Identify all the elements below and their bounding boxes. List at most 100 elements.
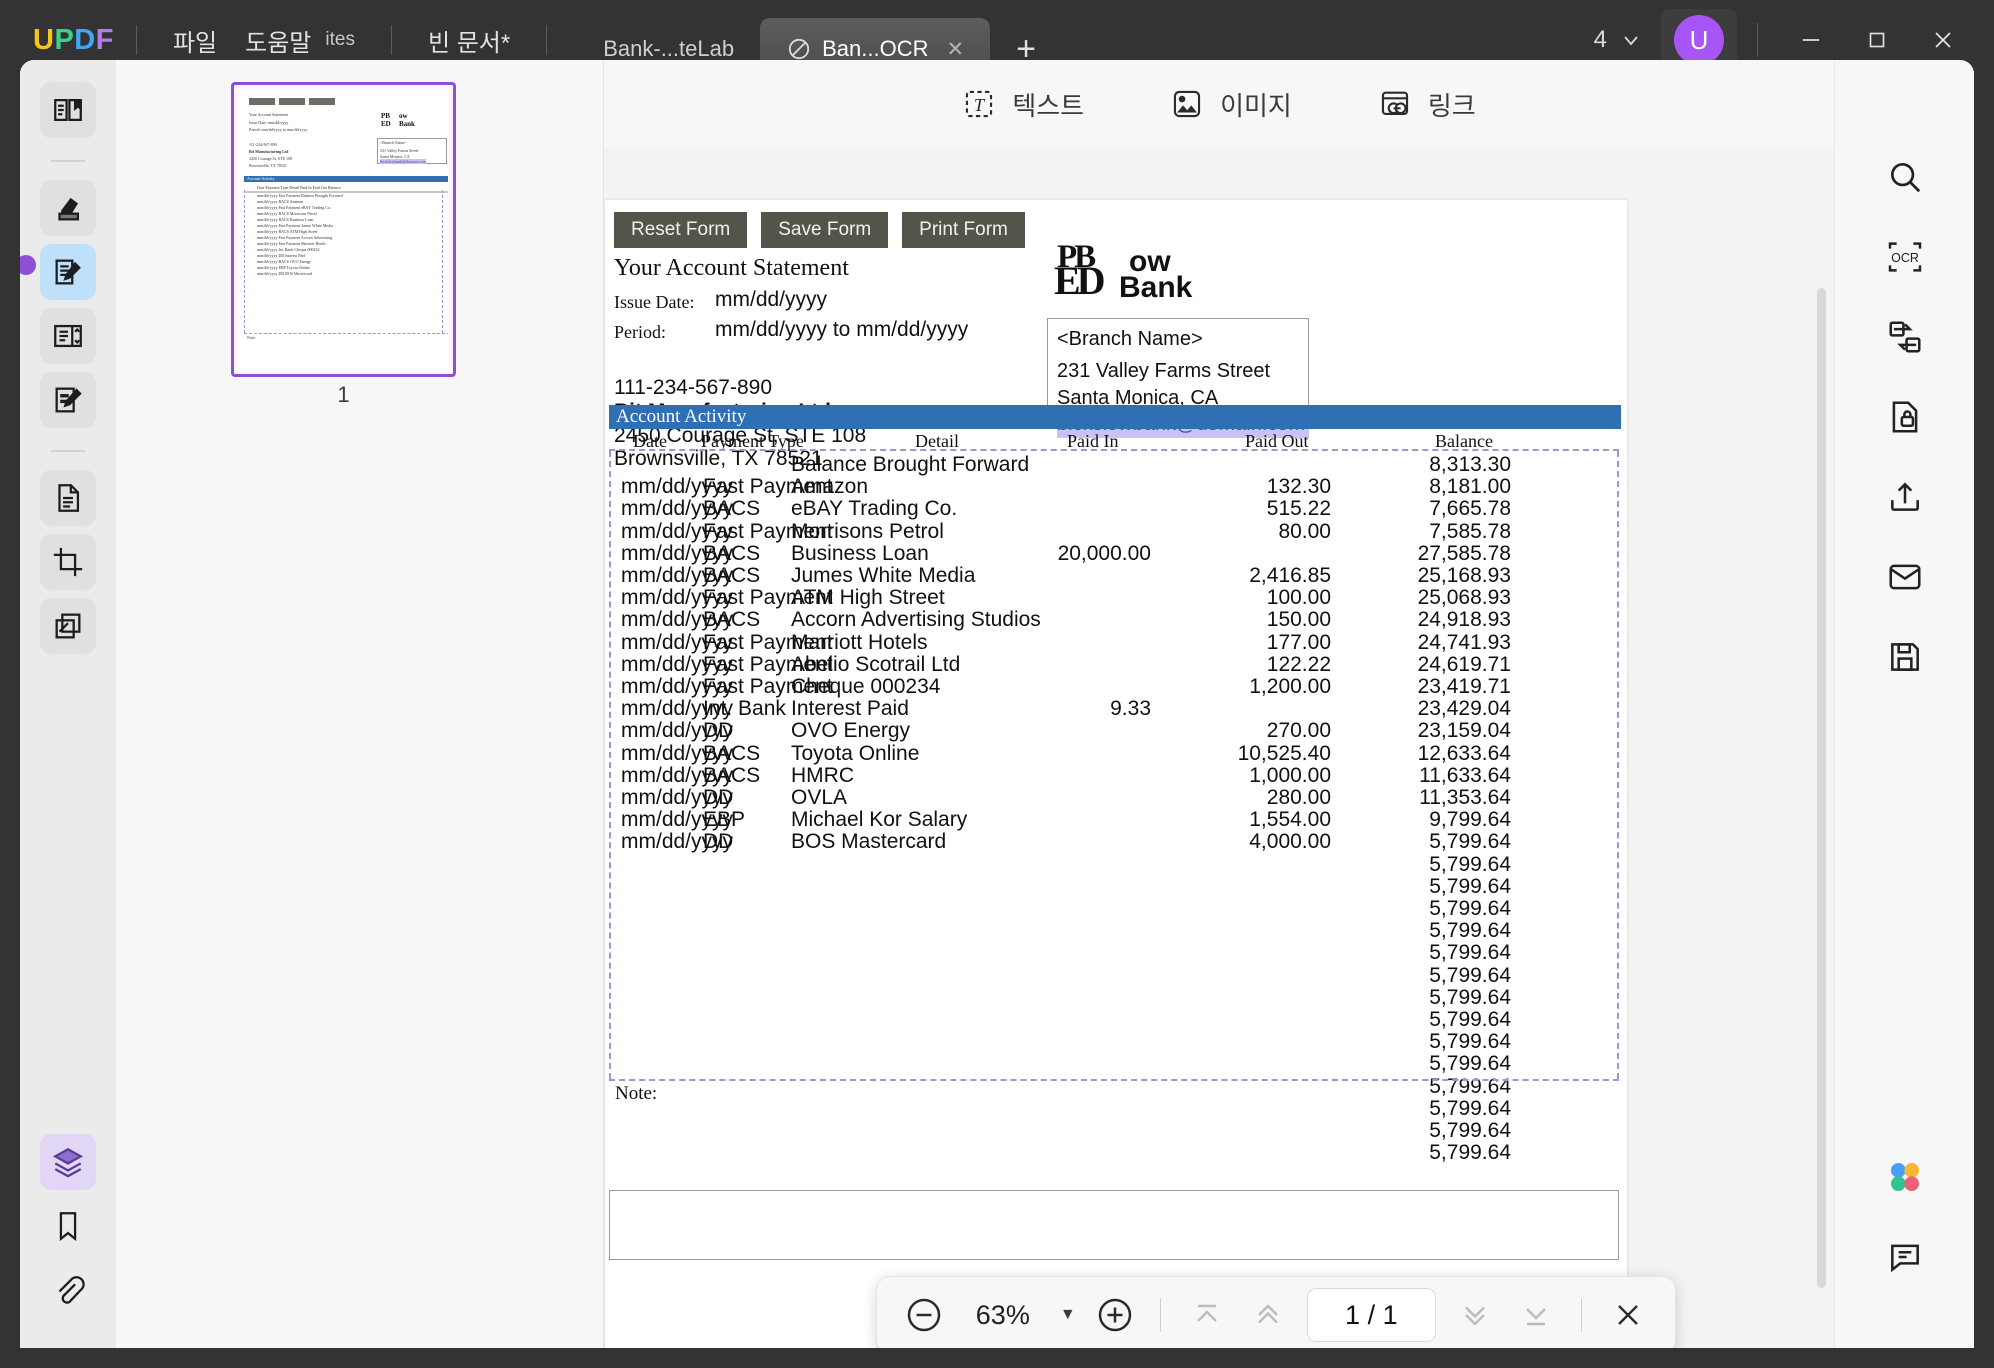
- table-row[interactable]: mm/dd/yyyy Fast Payment Cheque 000234 1,200…: [611, 675, 1621, 698]
- menu-ites[interactable]: ites: [325, 23, 369, 57]
- print-form-button[interactable]: Print Form: [902, 212, 1025, 248]
- table-row[interactable]: mm/dd/yyyy Fast Payment Morrisons Petrol 80…: [611, 520, 1621, 543]
- table-row[interactable]: 5,799.64: [611, 1141, 1621, 1165]
- document-canvas[interactable]: Reset Form Save Form Print Form Your Acc…: [604, 148, 1834, 1348]
- toolbar-image-tool[interactable]: 이미지: [1170, 86, 1292, 123]
- table-row[interactable]: mm/dd/yyyy BACS Accorn Advertising Studios…: [611, 608, 1621, 631]
- share-icon[interactable]: [1876, 468, 1934, 526]
- crop-icon[interactable]: [40, 534, 96, 590]
- search-icon[interactable]: [1876, 148, 1934, 206]
- organize-pages-icon[interactable]: [40, 470, 96, 526]
- ocr-icon[interactable]: OCR: [1876, 228, 1934, 286]
- svg-text:OCR: OCR: [1891, 251, 1919, 265]
- save-as-icon[interactable]: [1876, 628, 1934, 686]
- vertical-scrollbar[interactable]: [1817, 288, 1826, 1288]
- next-page-button[interactable]: [1454, 1292, 1497, 1338]
- table-row[interactable]: 5,799.64: [611, 1030, 1621, 1053]
- table-row[interactable]: mm/dd/yyyy Fast Payment Abelio Scotrail Lt…: [611, 653, 1621, 676]
- attachment-icon[interactable]: [40, 1262, 96, 1318]
- batch-icon[interactable]: [40, 598, 96, 654]
- chevron-down-icon[interactable]: ▼: [1060, 1306, 1076, 1324]
- table-row[interactable]: 5,799.64: [611, 897, 1621, 920]
- issue-date-value[interactable]: mm/dd/yyyy: [715, 288, 827, 312]
- zoom-out-button[interactable]: [903, 1292, 946, 1338]
- reader-mode-icon[interactable]: [40, 82, 96, 138]
- toolbar-text-tool[interactable]: T 텍스트: [962, 86, 1084, 123]
- reset-form-button[interactable]: Reset Form: [614, 212, 748, 248]
- protect-icon[interactable]: [1876, 388, 1934, 446]
- save-form-button[interactable]: Save Form: [761, 212, 889, 248]
- menu-help[interactable]: 도움말: [231, 17, 325, 64]
- panel-resize-handle[interactable]: [20, 255, 36, 275]
- table-row[interactable]: 5,799.64: [611, 875, 1621, 898]
- left-rail-bottom: [40, 1134, 96, 1348]
- table-row[interactable]: mm/dd/yyyy DD OVLA 280.00 11,353.64: [611, 786, 1621, 809]
- tab-label: Bank-...teLab: [603, 36, 735, 61]
- table-row[interactable]: mm/dd/yyyy BACS Jumes White Media 2,416.85 2…: [611, 564, 1621, 587]
- cell-paid-out: 515.22: [1266, 497, 1331, 521]
- table-row[interactable]: 5,799.64: [611, 1008, 1621, 1031]
- tab-close-icon[interactable]: ✕: [946, 37, 964, 62]
- zoom-in-button[interactable]: [1094, 1292, 1137, 1338]
- branch-street: 231 Valley Farms Street: [1057, 360, 1271, 383]
- menu-file[interactable]: 파일: [159, 17, 231, 64]
- table-row[interactable]: mm/dd/yyyy Int. Bank Interest Paid 9.33 23,4…: [611, 697, 1621, 721]
- table-row[interactable]: mm/dd/yyyy BACS HMRC 1,000.00 11,633.64: [611, 763, 1621, 787]
- table-row[interactable]: 5,799.64: [611, 941, 1621, 964]
- window-count[interactable]: 4: [1594, 26, 1643, 54]
- transaction-table[interactable]: Balance Brought Forward 8,313.30 mm/dd/yyy…: [609, 451, 1621, 1164]
- cell-payment-type: Int. Bank: [703, 697, 786, 721]
- table-row[interactable]: 5,799.64: [611, 853, 1621, 876]
- email-icon[interactable]: [1876, 548, 1934, 606]
- note-field[interactable]: [609, 1190, 1619, 1260]
- cell-balance: 25,068.93: [1417, 586, 1511, 610]
- pdf-page[interactable]: Reset Form Save Form Print Form Your Acc…: [605, 200, 1627, 1348]
- table-row[interactable]: mm/dd/yyyy Fast Payment Marriott Hotels 177…: [611, 631, 1621, 654]
- cell-paid-out: 1,554.00: [1249, 808, 1331, 832]
- branch-info-box[interactable]: <Branch Name> 231 Valley Farms Street Sa…: [1047, 318, 1309, 438]
- left-tool-rail: [20, 60, 116, 1348]
- cell-payment-type: BACS: [703, 763, 761, 787]
- convert-icon[interactable]: [1876, 308, 1934, 366]
- table-row[interactable]: mm/dd/yyyy BACS Toyota Online 10,525.40 12,6…: [611, 742, 1621, 765]
- divider: [1581, 1298, 1583, 1332]
- right-tool-rail: OCR: [1834, 60, 1974, 1348]
- cell-paid-out: 2,416.85: [1249, 564, 1331, 587]
- link-icon: [1378, 87, 1412, 121]
- cell-detail: Michael Kor Salary: [791, 808, 968, 832]
- first-page-button[interactable]: [1185, 1292, 1228, 1338]
- highlighter-icon[interactable]: [40, 180, 96, 236]
- table-row[interactable]: 5,799.64: [611, 919, 1621, 942]
- annotate-icon[interactable]: [40, 372, 96, 428]
- table-row[interactable]: 5,799.64: [611, 986, 1621, 1009]
- table-row[interactable]: mm/dd/yyyy Fast Payment Amazon 132.30 8,181.…: [611, 475, 1621, 498]
- period-value[interactable]: mm/dd/yyyy to mm/dd/yyyy: [715, 318, 968, 342]
- page-indicator[interactable]: 1 / 1: [1307, 1288, 1436, 1342]
- table-row[interactable]: Balance Brought Forward 8,313.30: [611, 453, 1621, 476]
- prev-page-button[interactable]: [1246, 1292, 1289, 1338]
- form-field-icon[interactable]: [40, 308, 96, 364]
- close-zoom-bar-button[interactable]: [1606, 1292, 1649, 1338]
- table-row[interactable]: mm/dd/yyyy BACS eBAY Trading Co. 515.22 7,66…: [611, 497, 1621, 521]
- bookmark-icon[interactable]: [40, 1198, 96, 1254]
- table-row[interactable]: mm/dd/yyyy BACS Business Loan 20,000.00 27,5…: [611, 542, 1621, 565]
- page-thumbnail-1[interactable]: Your Account Statement Issue Date: mm/dd…: [231, 82, 456, 377]
- edit-pdf-icon[interactable]: [40, 244, 96, 300]
- table-row[interactable]: mm/dd/yyyy DD BOS Mastercard 4,000.00 5,799.…: [611, 830, 1621, 854]
- comment-icon[interactable]: [1876, 1228, 1934, 1286]
- last-page-button[interactable]: [1514, 1292, 1557, 1338]
- zoom-level[interactable]: 63%: [964, 1300, 1042, 1331]
- table-row[interactable]: 5,799.64: [611, 1052, 1621, 1075]
- table-row[interactable]: mm/dd/yyyy EBP Michael Kor Salary 1,554.00 9…: [611, 808, 1621, 832]
- table-row[interactable]: 5,799.64: [611, 1119, 1621, 1142]
- table-row[interactable]: 5,799.64: [611, 964, 1621, 987]
- table-row[interactable]: mm/dd/yyyy Fast Payment ATM High Street 100…: [611, 586, 1621, 610]
- ai-assistant-icon[interactable]: [1876, 1148, 1934, 1206]
- table-row[interactable]: mm/dd/yyyy DD OVO Energy 270.00 23,159.04: [611, 719, 1621, 742]
- toolbar-link-tool[interactable]: 링크: [1378, 86, 1476, 123]
- menu-blank-doc[interactable]: 빈 문서*: [414, 17, 524, 64]
- cell-balance: 5,799.64: [1429, 1141, 1511, 1165]
- cell-balance: 5,799.64: [1429, 830, 1511, 854]
- updf-logo[interactable]: UPDF: [33, 24, 114, 57]
- layers-icon[interactable]: [40, 1134, 96, 1190]
